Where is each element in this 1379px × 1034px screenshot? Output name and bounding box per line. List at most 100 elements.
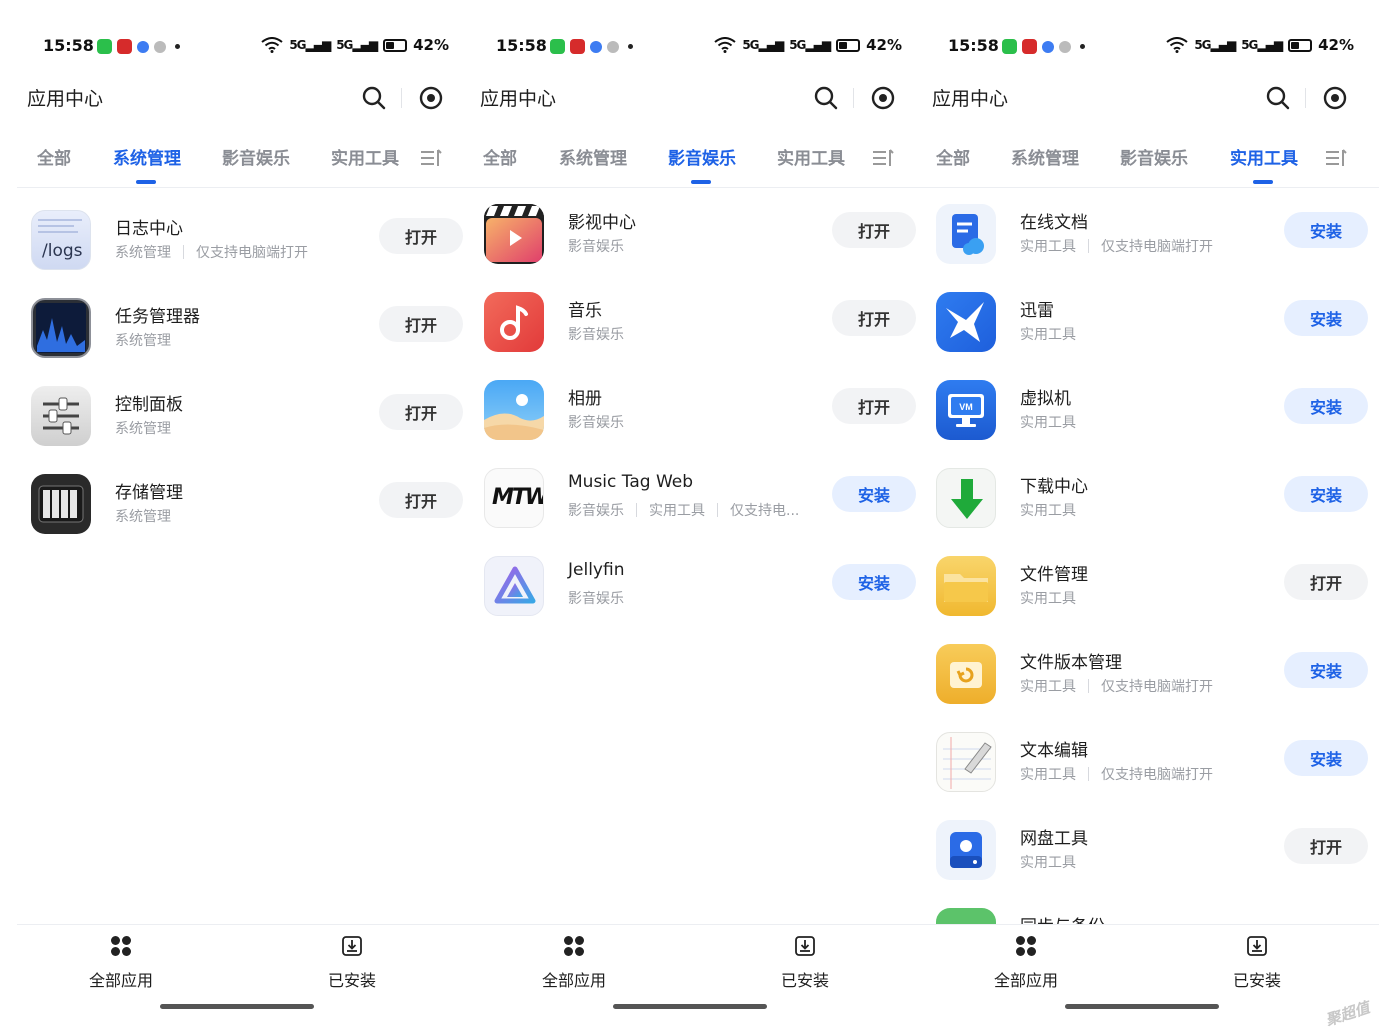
app-row-music-tag-web[interactable]: MTW Music Tag Web 影音娱乐 实用工具 仅支持电... 安装 [470, 454, 930, 542]
open-button[interactable]: 打开 [379, 482, 463, 518]
header-divider [401, 88, 402, 108]
bottom-nav: 全部应用 已安装 [922, 924, 1379, 1034]
tab-media[interactable]: 影音娱乐 [668, 144, 736, 169]
install-button[interactable]: 安装 [1284, 388, 1368, 424]
app-row-file-version[interactable]: 文件版本管理 实用工具 仅支持电脑端打开 安装 [922, 630, 1379, 718]
nav-installed-label: 已安装 [780, 971, 829, 990]
open-button[interactable]: 打开 [379, 306, 463, 342]
signal-5g-icon: 5G▂▄▆ [742, 38, 784, 52]
tab-all[interactable]: 全部 [483, 144, 517, 169]
search-icon[interactable] [360, 84, 388, 112]
tab-all[interactable]: 全部 [37, 144, 71, 169]
app-row-sync-backup[interactable]: 同步与备份 [922, 894, 1379, 924]
home-indicator[interactable] [1065, 1004, 1219, 1009]
install-button[interactable]: 安装 [1284, 212, 1368, 248]
app-name: 存储管理 [115, 483, 183, 503]
open-button[interactable]: 打开 [832, 300, 916, 336]
app-name: Music Tag Web [568, 472, 694, 492]
online-doc-icon [936, 204, 996, 264]
install-button[interactable]: 安装 [1284, 740, 1368, 776]
download-tray-icon [342, 936, 362, 956]
phone-panel-tools: 15:58 5G▂▄▆ 5G▂▄▆ 42% 应用中心 全部 系统管理 影音娱乐 … [922, 0, 1379, 1034]
battery-level: 42% [866, 36, 902, 54]
install-button[interactable]: 安装 [1284, 652, 1368, 688]
app-meta: 影音娱乐 [568, 327, 624, 343]
app-blue-icon [1042, 40, 1054, 53]
tab-tools[interactable]: 实用工具 [777, 144, 845, 169]
status-time: 15:58 [948, 36, 999, 55]
app-row-storage[interactable]: 存储管理 系统管理 打开 [17, 460, 477, 548]
logs-icon: /logs [31, 210, 91, 270]
app-row-online-doc[interactable]: 在线文档 实用工具 仅支持电脑端打开 安装 [922, 190, 1379, 278]
more-dot-icon [1080, 44, 1085, 49]
app-row-vm[interactable]: VM 虚拟机 实用工具 安装 [922, 366, 1379, 454]
app-row-music[interactable]: 音乐 影音娱乐 打开 [470, 278, 930, 366]
nav-installed[interactable]: 已安装 [1197, 935, 1317, 991]
nav-all-apps[interactable]: 全部应用 [514, 935, 634, 991]
app-name: 相册 [568, 389, 602, 409]
open-button[interactable]: 打开 [832, 388, 916, 424]
open-button[interactable]: 打开 [832, 212, 916, 248]
app-name: 同步与备份 [1020, 912, 1105, 924]
nav-all-apps[interactable]: 全部应用 [966, 935, 1086, 991]
tab-system[interactable]: 系统管理 [113, 144, 181, 169]
app-row-album[interactable]: 相册 影音娱乐 打开 [470, 366, 930, 454]
open-button[interactable]: 打开 [379, 394, 463, 430]
app-header: 应用中心 [470, 84, 930, 114]
app-row-download-center[interactable]: 下载中心 实用工具 安装 [922, 454, 1379, 542]
signal-5g-icon-2: 5G▂▄▆ [1241, 38, 1283, 52]
target-settings-icon[interactable] [869, 84, 897, 112]
home-indicator[interactable] [160, 1004, 314, 1009]
app-row-file-manager[interactable]: 文件管理 实用工具 打开 [922, 542, 1379, 630]
signal-5g-icon: 5G▂▄▆ [289, 38, 331, 52]
app-red-icon [1022, 39, 1037, 54]
tab-tools[interactable]: 实用工具 [1230, 144, 1298, 169]
app-row-xunlei[interactable]: 迅雷 实用工具 安装 [922, 278, 1379, 366]
home-indicator[interactable] [613, 1004, 767, 1009]
target-settings-icon[interactable] [1321, 84, 1349, 112]
tab-system[interactable]: 系统管理 [559, 144, 627, 169]
signal-5g-icon-2: 5G▂▄▆ [789, 38, 831, 52]
sort-filter-icon[interactable] [872, 148, 894, 168]
install-button[interactable]: 安装 [1284, 476, 1368, 512]
app-row-video-center[interactable]: 影视中心 影音娱乐 打开 [470, 190, 930, 278]
tab-media[interactable]: 影音娱乐 [1120, 144, 1188, 169]
app-name: 音乐 [568, 301, 602, 321]
nav-installed[interactable]: 已安装 [292, 935, 412, 991]
sliders-icon [31, 386, 91, 446]
tab-media[interactable]: 影音娱乐 [222, 144, 290, 169]
open-button[interactable]: 打开 [1284, 564, 1368, 600]
system-status: 5G▂▄▆ 5G▂▄▆ 42% [261, 36, 449, 54]
app-row-text-edit[interactable]: 文本编辑 实用工具 仅支持电脑端打开 安装 [922, 718, 1379, 806]
open-button[interactable]: 打开 [1284, 828, 1368, 864]
install-button[interactable]: 安装 [832, 476, 916, 512]
app-row-jellyfin[interactable]: Jellyfin 影音娱乐 安装 [470, 542, 930, 630]
activity-monitor-icon [31, 298, 91, 358]
svg-text:VM: VM [959, 402, 973, 412]
battery-level: 42% [413, 36, 449, 54]
tab-tools[interactable]: 实用工具 [331, 144, 399, 169]
sort-filter-icon[interactable] [1325, 148, 1347, 168]
search-icon[interactable] [1264, 84, 1292, 112]
app-row-task-manager[interactable]: 任务管理器 系统管理 打开 [17, 284, 477, 372]
app-name: 文件版本管理 [1020, 653, 1122, 673]
tab-system[interactable]: 系统管理 [1011, 144, 1079, 169]
open-button[interactable]: 打开 [379, 218, 463, 254]
sort-filter-icon[interactable] [420, 148, 442, 168]
target-settings-icon[interactable] [417, 84, 445, 112]
wechat-icon [1002, 39, 1017, 54]
nav-all-apps[interactable]: 全部应用 [61, 935, 181, 991]
install-button[interactable]: 安装 [1284, 300, 1368, 336]
more-dot-icon [175, 44, 180, 49]
status-time: 15:58 [496, 36, 547, 55]
nav-installed[interactable]: 已安装 [745, 935, 865, 991]
install-button[interactable]: 安装 [832, 564, 916, 600]
header-divider [853, 88, 854, 108]
app-row-cloud-drive[interactable]: 网盘工具 实用工具 打开 [922, 806, 1379, 894]
photo-album-icon [484, 380, 544, 440]
bottom-nav: 全部应用 已安装 [470, 924, 930, 1034]
tab-all[interactable]: 全部 [936, 144, 970, 169]
app-row-control-panel[interactable]: 控制面板 系统管理 打开 [17, 372, 477, 460]
search-icon[interactable] [812, 84, 840, 112]
app-row-logs[interactable]: /logs 日志中心 系统管理 仅支持电脑端打开 打开 [17, 196, 477, 284]
